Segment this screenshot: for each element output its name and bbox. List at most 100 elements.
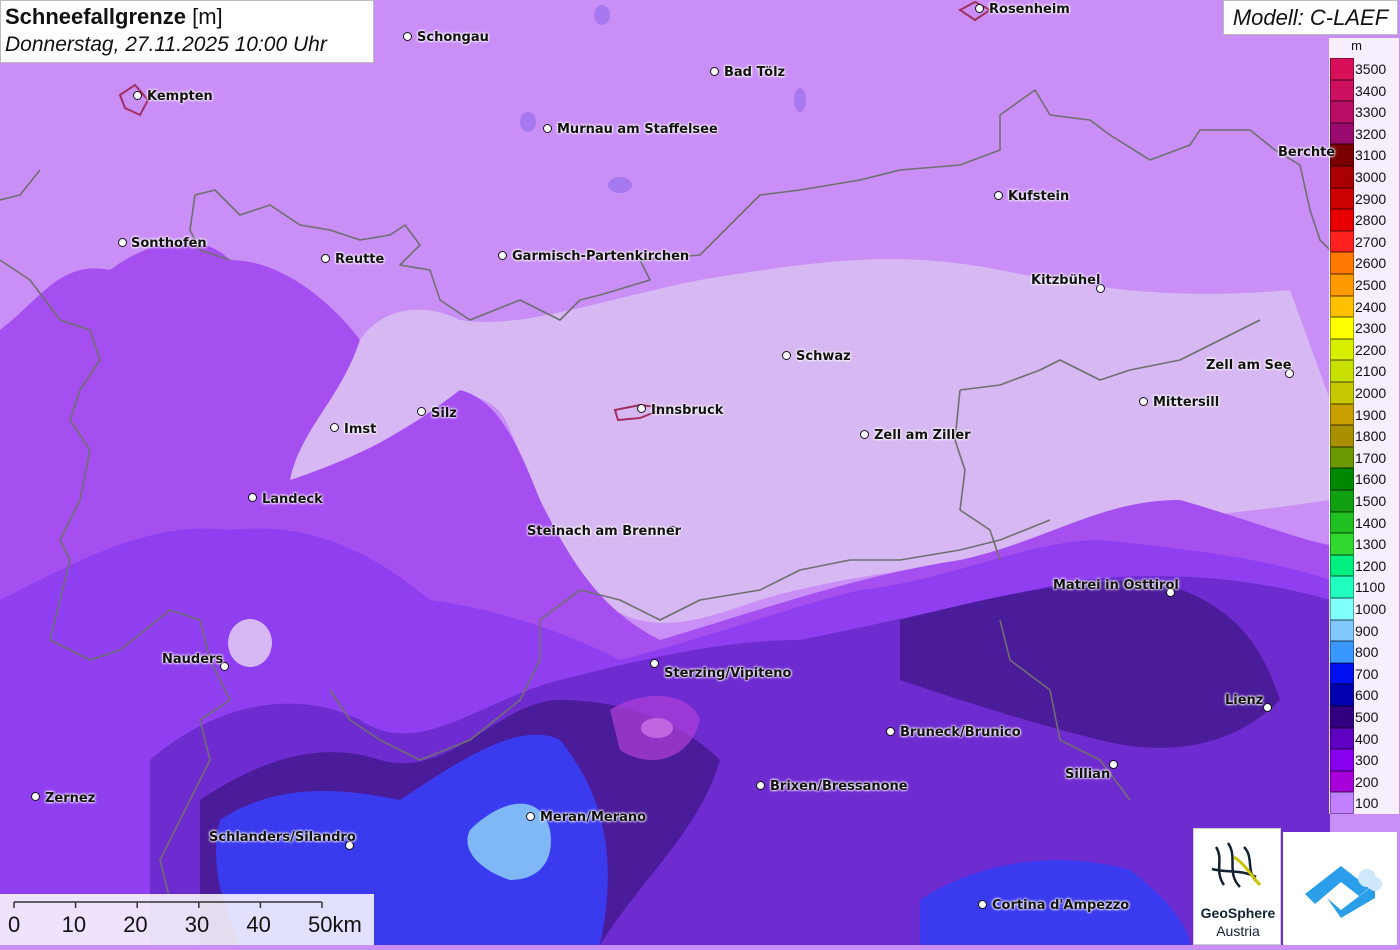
legend-swatch <box>1330 317 1354 339</box>
city-label-meran: Meran/Merano <box>540 810 647 825</box>
model-label: Modell: C-LAEF <box>1223 0 1398 35</box>
city-marker-meran <box>526 812 535 821</box>
city-label-kitzbuehel: Kitzbühel <box>1031 273 1101 288</box>
legend-item: 2000 <box>1329 382 1399 404</box>
legend-swatch <box>1330 576 1354 598</box>
city-label-sillian: Sillian <box>1065 767 1111 782</box>
legend-swatch <box>1330 554 1354 577</box>
legend-label: 300 <box>1355 752 1379 769</box>
city-marker-zell-am-ziller <box>860 430 869 439</box>
legend-swatch <box>1330 79 1354 102</box>
legend-swatch <box>1330 662 1354 685</box>
legend-item: 1600 <box>1329 468 1399 490</box>
city-label-zell-am-see: Zell am See <box>1206 358 1292 373</box>
legend-label: 1700 <box>1355 449 1387 466</box>
legend-label: 2500 <box>1355 277 1387 293</box>
legend-swatch <box>1330 684 1354 706</box>
legend-label: 500 <box>1355 709 1379 725</box>
city-marker-zernez <box>31 792 40 801</box>
city-label-matrei: Matrei in Osttirol <box>1053 578 1179 593</box>
cloud-arrow-icon <box>1305 866 1382 918</box>
city-label-brixen: Brixen/Bressanone <box>770 779 908 794</box>
city-label-bruneck: Bruneck/Brunico <box>900 725 1021 740</box>
legend-item: 500 <box>1329 706 1399 728</box>
legend-item: 100 <box>1329 792 1399 814</box>
geosphere-sub: Austria <box>1216 923 1260 939</box>
legend-swatch <box>1330 187 1354 210</box>
legend-swatch <box>1330 792 1354 814</box>
legend-label: 2300 <box>1355 320 1387 337</box>
legend-label: 3300 <box>1355 104 1387 121</box>
legend-item: 2500 <box>1329 274 1399 296</box>
legend-label: 1600 <box>1355 471 1387 488</box>
city-marker-innsbruck <box>637 404 646 413</box>
title-unit: [m] <box>192 4 223 29</box>
city-marker-brixen <box>756 781 765 790</box>
legend-item: 1800 <box>1329 425 1399 447</box>
city-label-kufstein: Kufstein <box>1008 189 1070 204</box>
legend-label: 200 <box>1355 773 1379 790</box>
legend-label: 2000 <box>1355 385 1387 401</box>
city-marker-sillian <box>1109 760 1118 769</box>
city-marker-murnau <box>543 124 552 133</box>
city-label-schwaz: Schwaz <box>796 349 851 364</box>
city-label-kempten: Kempten <box>147 89 213 104</box>
legend-swatch <box>1330 101 1354 123</box>
legend-item: 600 <box>1329 684 1399 706</box>
city-marker-rosenheim <box>975 4 984 13</box>
scale-tick-label: 20 <box>123 912 148 937</box>
legend-item: 2300 <box>1329 317 1399 339</box>
legend-item: 300 <box>1329 749 1399 771</box>
legend-item: 2600 <box>1329 252 1399 274</box>
city-marker-mittersill <box>1139 397 1148 406</box>
city-marker-sterzing <box>650 659 659 668</box>
city-label-cortina: Cortina d'Ampezzo <box>992 898 1130 913</box>
legend-label: 1200 <box>1355 557 1387 574</box>
legend-item: 1500 <box>1329 490 1399 512</box>
scale-tick-label: 10 <box>61 912 87 937</box>
legend-swatch <box>1330 490 1354 512</box>
legend-swatch <box>1330 295 1354 318</box>
scale-tick-label: 50km <box>308 912 362 937</box>
legend-item: 3300 <box>1329 101 1399 123</box>
city-label-schlanders: Schlanders/Silandro <box>209 830 356 845</box>
legend-unit: m <box>1351 38 1362 53</box>
legend-item: 200 <box>1329 770 1399 793</box>
legend-swatch <box>1330 230 1354 253</box>
legend-swatch <box>1330 533 1354 555</box>
snowline-map <box>0 0 1400 945</box>
city-marker-kempten <box>133 91 142 100</box>
geosphere-emblem-icon <box>1211 842 1262 888</box>
map-datetime: Donnerstag, 27.11.2025 10:00 Uhr <box>5 33 327 56</box>
legend-item: 3500 <box>1329 58 1399 80</box>
legend-swatch <box>1330 770 1354 793</box>
legend-label: 3400 <box>1355 82 1387 99</box>
legend-item: 3400 <box>1329 79 1399 102</box>
legend-label: 3200 <box>1355 125 1387 142</box>
city-label-rosenheim: Rosenheim <box>989 2 1070 17</box>
city-label-lienz: Lienz <box>1225 693 1264 708</box>
legend-swatch <box>1330 446 1354 469</box>
map-title-box: Schneefallgrenze [m] Donnerstag, 27.11.2… <box>0 0 374 63</box>
weather-app-logo <box>1283 832 1397 945</box>
legend-swatch <box>1330 727 1354 750</box>
city-marker-garmisch <box>498 251 507 260</box>
legend-swatch <box>1330 641 1354 663</box>
legend-swatch <box>1330 58 1354 80</box>
city-marker-reutte <box>321 254 330 263</box>
legend-item: 700 <box>1329 662 1399 685</box>
city-marker-silz <box>417 407 426 416</box>
city-label-reutte: Reutte <box>335 252 385 267</box>
legend-item: 3200 <box>1329 122 1399 145</box>
legend-swatch <box>1330 274 1354 296</box>
legend-label: 2200 <box>1355 341 1387 358</box>
scale-tick-label: 40 <box>246 912 271 937</box>
city-marker-bruneck <box>886 727 895 736</box>
city-label-zernez: Zernez <box>45 791 96 806</box>
city-marker-lienz <box>1263 703 1272 712</box>
legend-label: 1800 <box>1355 428 1387 445</box>
legend-item: 2800 <box>1329 209 1399 231</box>
legend-label: 2600 <box>1355 255 1387 272</box>
scale-tick-label: 30 <box>184 912 210 937</box>
legend-item: 1200 <box>1329 554 1399 577</box>
